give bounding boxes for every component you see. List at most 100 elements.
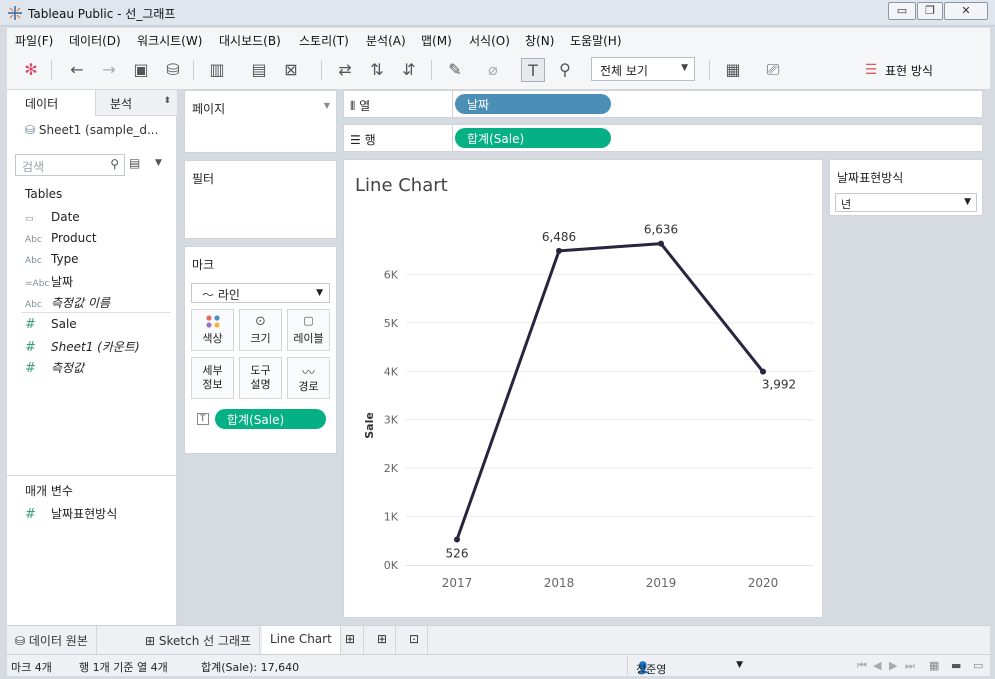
field-sale[interactable]: # Sale — [25, 317, 77, 332]
menu-story[interactable]: 스토리(T) — [299, 32, 349, 49]
parameter-select[interactable]: 년 ▼ — [835, 193, 977, 212]
filmstrip-view-icon[interactable]: ▬ — [951, 659, 961, 672]
menu-data[interactable]: 데이터(D) — [69, 32, 121, 49]
swap-icon[interactable]: ⇄ — [333, 58, 357, 82]
field-measure-values[interactable]: # 측정값 — [25, 359, 84, 376]
new-worksheet-icon[interactable]: ⊞ — [337, 626, 365, 654]
menu-format[interactable]: 서식(O) — [469, 32, 510, 49]
tooltip-button[interactable]: 도구 설명 — [239, 357, 282, 399]
columns-date-pill[interactable]: 날짜 — [455, 94, 611, 114]
size-button[interactable]: ⊙ 크기 — [239, 309, 282, 351]
sheet-nav-next-icon[interactable]: ▶ — [889, 659, 897, 672]
sheet-nav-last-icon[interactable]: ⏭ — [905, 659, 915, 673]
show-me-button[interactable]: 표현 방식 — [885, 62, 933, 79]
tab-analysis-label: 분석 — [110, 97, 133, 111]
database-icon: ⛁ — [15, 634, 29, 648]
param-date-format[interactable]: # 날짜표현방식 — [25, 505, 117, 522]
chevron-down-icon[interactable]: ▼ — [155, 158, 162, 168]
search-icon: ⚲ — [110, 157, 119, 171]
menu-dashboard[interactable]: 대시보드(B) — [219, 32, 281, 49]
tab-line-chart[interactable]: Line Chart — [262, 626, 341, 654]
close-button[interactable]: ✕ — [944, 2, 988, 20]
chevron-down-icon: ▼ — [736, 660, 743, 670]
tableau-logo-icon — [7, 5, 23, 21]
label-t-icon: T — [197, 413, 209, 425]
menu-window[interactable]: 창(N) — [525, 32, 554, 49]
field-date-calc[interactable]: =Abc 날짜 — [25, 273, 73, 290]
tab-data-source[interactable]: ⛁ 데이터 원본 — [7, 626, 97, 654]
label-sale-pill[interactable]: 합계(Sale) — [215, 409, 326, 429]
presentation-mode-icon[interactable]: ⎚ — [761, 58, 785, 82]
tab-sketch-line-graph[interactable]: ⊞ Sketch 선 그래프 — [137, 626, 261, 654]
field-type[interactable]: Abc Type — [25, 252, 79, 266]
menu-bar: 파일(F) 데이터(D) 워크시트(W) 대시보드(B) 스토리(T) 분석(A… — [7, 28, 990, 50]
menu-help[interactable]: 도움말(H) — [570, 32, 622, 49]
pages-card[interactable]: 페이지 ▼ — [184, 90, 337, 153]
filters-card[interactable]: 필터 — [184, 160, 337, 239]
data-label: 3,992 — [762, 378, 796, 392]
restore-button[interactable]: ❐ — [917, 2, 943, 20]
sheet-nav-prev-icon[interactable]: ◀ — [873, 659, 881, 672]
datasource-icon: ⛁ — [25, 123, 39, 137]
field-product[interactable]: Abc Product — [25, 231, 97, 245]
datasource-item[interactable]: ⛁ Sheet1 (sample_d... — [25, 123, 158, 137]
field-measure-names[interactable]: Abc 측정값 이름 — [25, 294, 110, 311]
clear-sheet-icon[interactable]: ⊠ — [279, 58, 303, 82]
view-mode-select[interactable]: 전체 보기 ▼ — [591, 57, 695, 81]
sort-descending-icon[interactable]: ⇵ — [397, 58, 421, 82]
status-rows-cols: 행 1개 기준 열 4개 — [79, 661, 168, 674]
tables-header: Tables — [25, 187, 63, 201]
new-story-icon[interactable]: ⊡ — [401, 626, 429, 654]
chevron-down-icon[interactable]: ▼ — [324, 101, 330, 110]
save-icon[interactable]: ▣ — [129, 58, 153, 82]
filters-title: 필터 — [192, 172, 215, 186]
pin-icon[interactable]: ⚲ — [553, 58, 577, 82]
view-list-icon[interactable]: ▤ — [129, 156, 140, 170]
new-datasource-icon[interactable]: ⛁ — [161, 58, 185, 82]
sheet-nav-first-icon[interactable]: ⏮ — [857, 659, 867, 673]
show-labels-icon[interactable]: T — [521, 58, 545, 82]
sort-arrows-icon[interactable]: ⬍ — [163, 96, 171, 106]
label-t-icon: ▢ — [303, 314, 314, 327]
show-me-icon[interactable]: ☰ — [859, 58, 883, 82]
group-icon[interactable]: ⌀ — [481, 58, 505, 82]
rows-sale-pill[interactable]: 합계(Sale) — [455, 128, 611, 148]
menu-worksheet[interactable]: 워크시트(W) — [137, 32, 202, 49]
field-sheet1-count[interactable]: # Sheet1 (카운트) — [25, 338, 140, 355]
tab-data[interactable]: 데이터 — [7, 90, 95, 116]
new-worksheet-icon[interactable]: ▥ — [205, 58, 229, 82]
presentation-cards-icon[interactable]: ▦ — [721, 58, 745, 82]
tabs-view-icon[interactable]: ▭ — [973, 659, 983, 672]
mark-type-value: 라인 — [217, 288, 240, 302]
tab-sketch-label: Sketch 선 그래프 — [158, 634, 252, 648]
color-button[interactable]: 색상 — [191, 309, 234, 351]
sort-ascending-icon[interactable]: ⇅ — [365, 58, 389, 82]
highlight-icon[interactable]: ✎ — [443, 58, 467, 82]
field-label: Date — [51, 210, 80, 224]
status-sum: 합계(Sale): 17,640 — [201, 661, 300, 674]
new-dashboard-icon[interactable]: ⊞ — [369, 626, 397, 654]
user-menu[interactable]: 👤 정준영 ▼ — [627, 657, 747, 676]
path-button[interactable]: 〰 경로 — [287, 357, 330, 399]
field-date[interactable]: ▭ Date — [25, 210, 80, 224]
chart-title: Line Chart — [355, 175, 448, 196]
detail-button[interactable]: 세부 정보 — [191, 357, 234, 399]
menu-file[interactable]: 파일(F) — [15, 32, 53, 49]
minimize-button[interactable]: ▭ — [888, 2, 916, 20]
chart-view: 0K 1K 2K 3K 4K 5K 6K Sale 2017 2018 2019 2020 526 6,4… — [343, 159, 823, 618]
color-label: 색상 — [202, 332, 223, 345]
tableau-home-icon[interactable]: ✻ — [19, 58, 43, 82]
data-point — [760, 368, 766, 375]
path-icon: 〰 — [301, 366, 315, 381]
status-bar: 마크 4개 행 1개 기준 열 4개 합계(Sale): 17,640 👤 정준… — [7, 654, 990, 676]
duplicate-sheet-icon[interactable]: ▤ — [247, 58, 271, 82]
search-input[interactable]: 검색 ⚲ — [15, 154, 125, 176]
mark-type-select[interactable]: 〜 라인 ▼ — [191, 283, 330, 303]
grid-view-icon[interactable]: ▦ — [929, 659, 939, 672]
tab-analysis[interactable]: 분석 ⬍ — [95, 90, 177, 116]
menu-map[interactable]: 맵(M) — [421, 32, 452, 49]
redo-icon[interactable]: → — [97, 58, 121, 82]
menu-analysis[interactable]: 분석(A) — [366, 32, 406, 49]
undo-icon[interactable]: ← — [65, 58, 89, 82]
label-button[interactable]: ▢ 레이블 — [287, 309, 330, 351]
